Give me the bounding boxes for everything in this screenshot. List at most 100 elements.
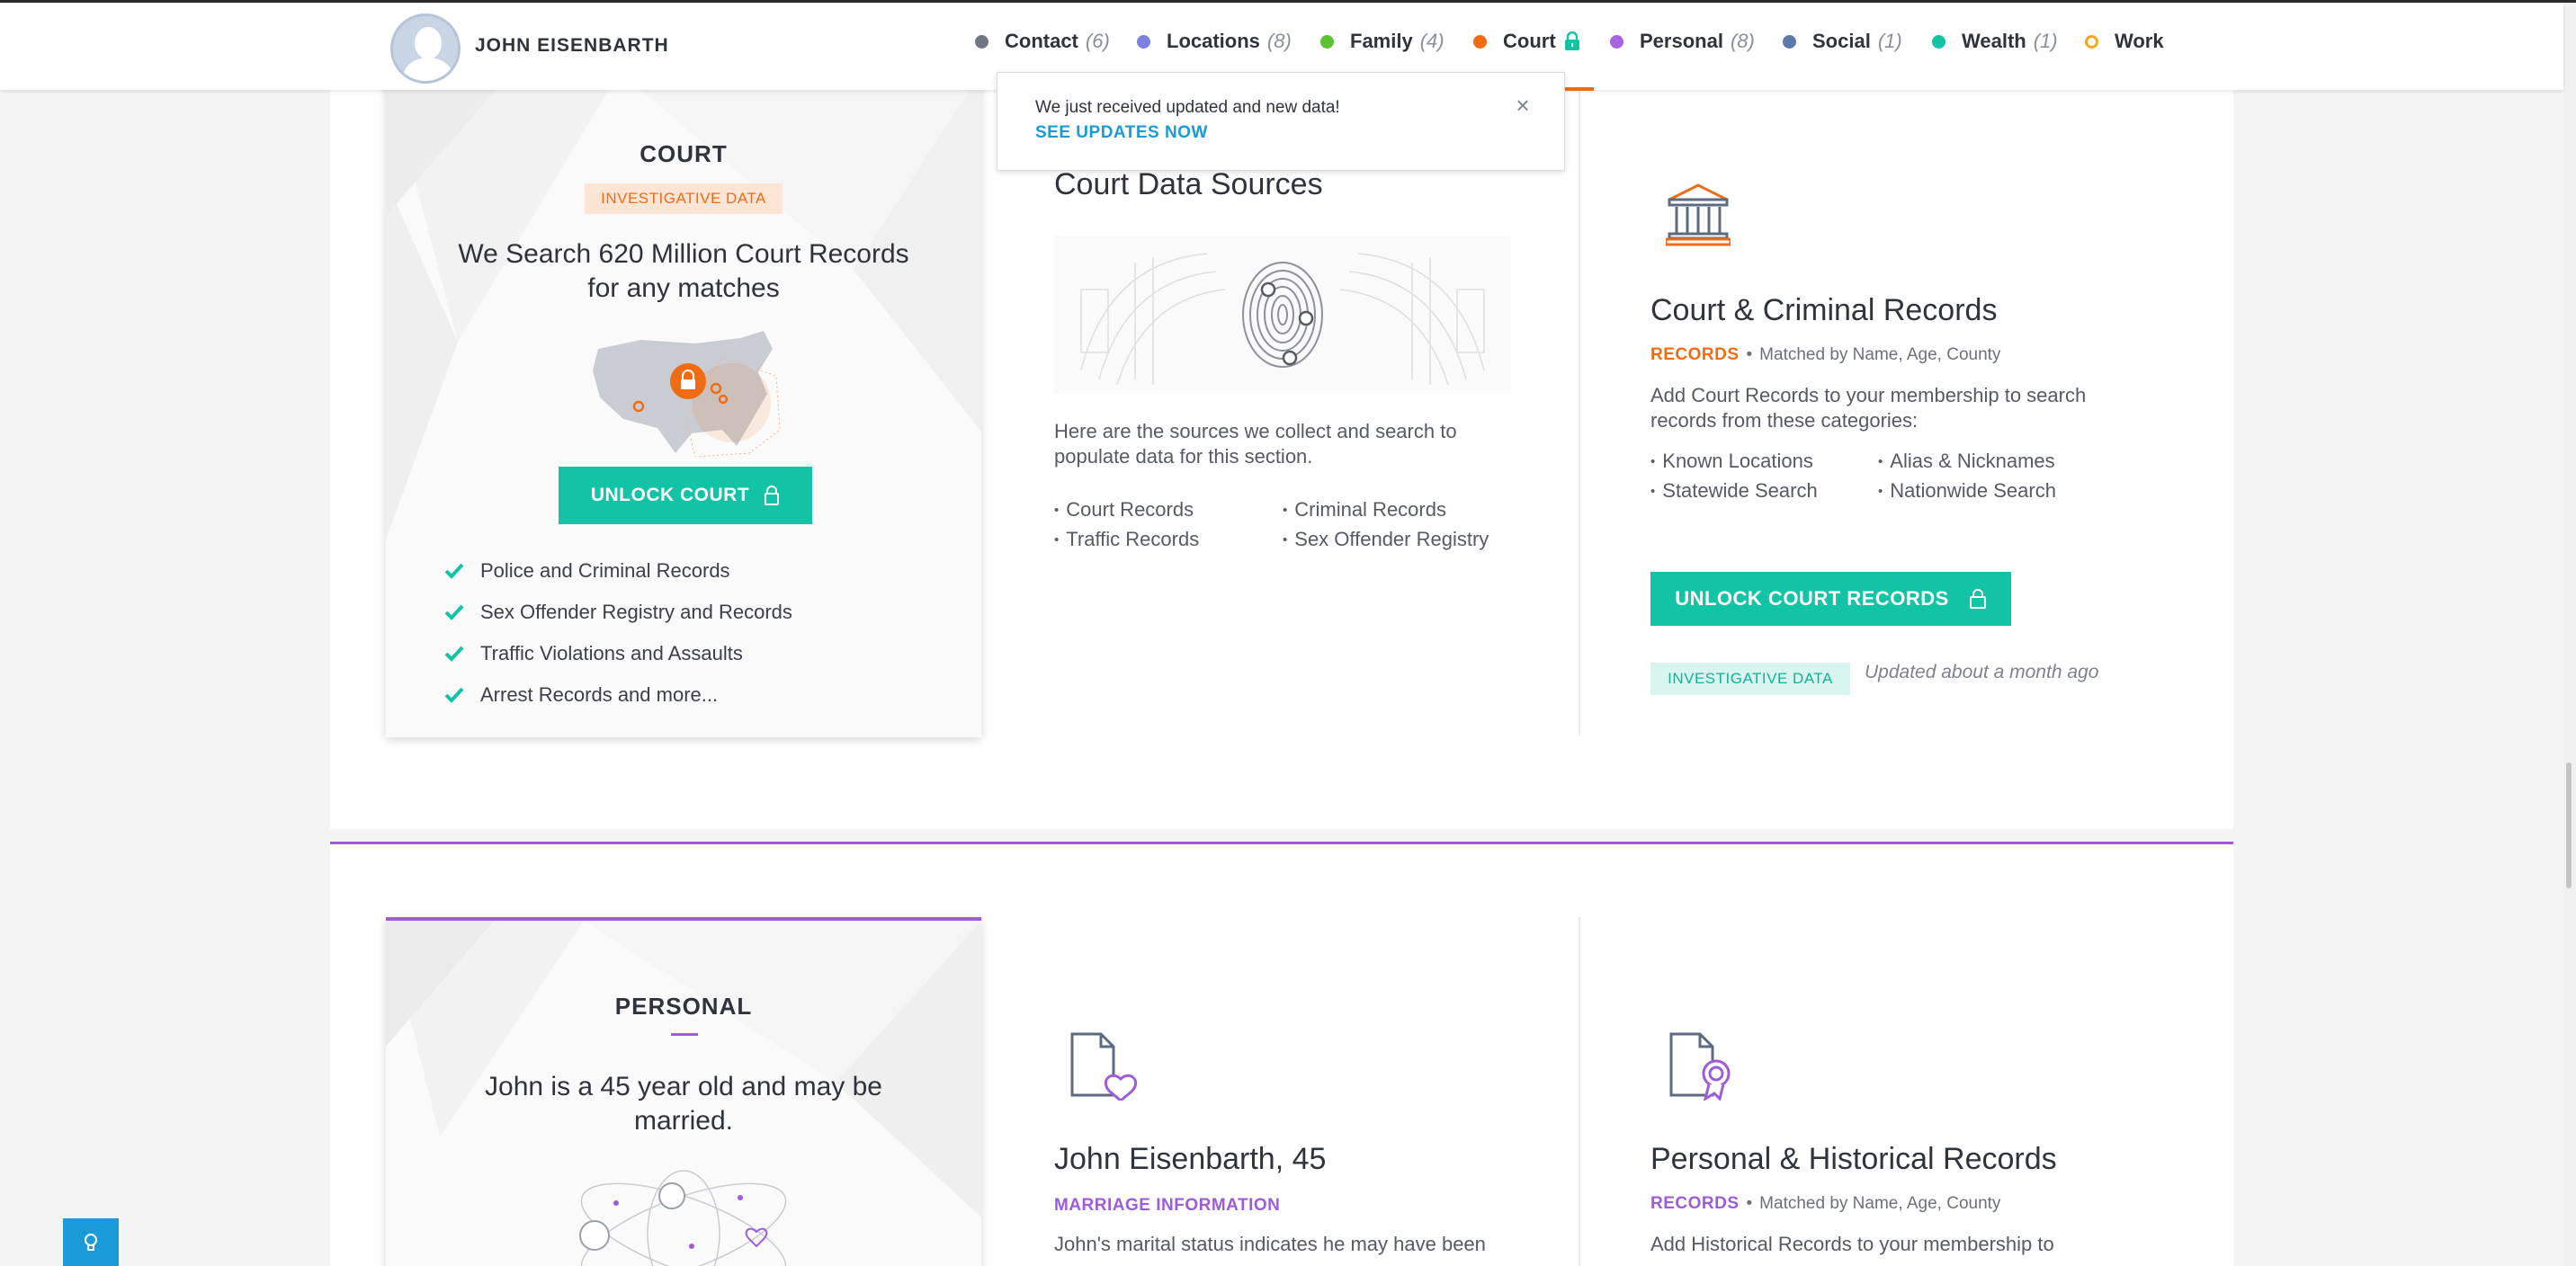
scrollbar-thumb[interactable] [2566,762,2572,888]
nav-item-family[interactable]: Family (4) [1320,30,1445,53]
nav-item-wealth[interactable]: Wealth (1) [1932,30,2058,53]
headline-line-2: married. [633,1106,734,1136]
close-icon[interactable]: × [1510,93,1535,118]
sources-description: Here are the sources we collect and sear… [1054,420,1457,468]
records-list-left: Known Locations Statewide Search [1650,448,1818,507]
column-divider [1579,917,1580,1266]
list-item: Nationwide Search [1878,477,2056,507]
card-headline: John is a 45 year old and may be married… [440,1070,927,1138]
records-tag: RECORDS [1650,1194,1740,1213]
list-item: Police and Criminal Records [444,550,792,592]
nav-label: Social [1812,30,1871,52]
usa-map-icon [593,331,781,457]
nav-label: Locations [1167,30,1260,52]
checkmark-icon [444,563,464,579]
feature-label: Arrest Records and more... [480,683,719,706]
unlock-court-button[interactable]: UNLOCK COURT [559,467,812,524]
column-divider [1579,90,1580,736]
list-item: Criminal Records [1283,496,1489,526]
profile-name: JOHN EISENBARTH [475,35,669,56]
family-dot-icon [1320,34,1334,49]
nav-label: Court [1503,30,1556,52]
tips-button[interactable] [63,1218,119,1266]
avatar-head-shape [415,27,442,59]
court-feature-list: Police and Criminal Records Sex Offender… [444,550,792,716]
nav-item-personal[interactable]: Personal (8) [1610,30,1755,53]
court-data-sources-title: Court Data Sources [1054,167,1323,201]
court-dot-icon [1473,34,1487,49]
contact-dot-icon [975,34,988,49]
vertical-scrollbar[interactable] [2563,0,2576,1266]
lightbulb-icon [85,1233,97,1251]
marriage-document-icon [1070,1032,1138,1101]
records-description: Add Court Records to your membership to … [1650,384,2087,432]
list-item: Known Locations [1650,448,1818,477]
nav-label: Family [1350,30,1413,52]
matched-by-text: Matched by Name, Age, County [1759,345,2001,364]
records-tag: RECORDS [1650,345,1740,364]
personal-dot-icon [1610,34,1623,49]
headline-line-1: John is a 45 year old and may be [485,1072,882,1101]
checkmark-icon [444,646,464,662]
feature-label: Sex Offender Registry and Records [480,601,792,623]
marriage-description: John's marital status indicates he may h… [1054,1233,1486,1255]
meta-separator: • [1746,345,1753,364]
button-label: UNLOCK COURT RECORDS [1675,587,1949,610]
historical-document-icon [1669,1032,1731,1101]
locations-dot-icon [1137,34,1150,49]
headline-line-1: We Search 620 Million Court Records [458,239,909,269]
investigative-data-badge: INVESTIGATIVE DATA [585,183,783,214]
update-notification: We just received updated and new data! S… [997,72,1565,171]
nav-label: Personal [1640,30,1723,52]
list-item: Arrest Records and more... [444,674,792,716]
list-item: Traffic Records [1054,526,1199,556]
lock-icon [765,486,780,505]
list-item: Sex Offender Registry [1283,526,1489,556]
marriage-information-tag: MARRIAGE INFORMATION [1054,1196,1281,1215]
title-underline [671,1033,698,1036]
nav-label: Work [2115,30,2164,52]
see-updates-link[interactable]: SEE UPDATES NOW [1035,123,1208,143]
sources-list-right: Criminal Records Sex Offender Registry [1283,496,1489,556]
nav-item-locations[interactable]: Locations (8) [1137,30,1292,53]
list-item: Traffic Violations and Assaults [444,633,792,674]
profile-avatar[interactable] [390,13,461,84]
historical-records-title: Personal & Historical Records [1650,1142,2057,1176]
nav-item-contact[interactable]: Contact (6) [975,30,1110,53]
personal-relations-illustration [579,1170,787,1266]
nav-item-social[interactable]: Social (1) [1783,30,1902,53]
card-title: PERSONAL [614,993,753,1020]
nav-item-work[interactable]: Work [2085,30,2164,53]
historical-description: Add Historical Records to your membershi… [1650,1233,2054,1255]
card-headline: We Search 620 Million Court Records for … [440,237,927,306]
feature-label: Police and Criminal Records [480,559,730,582]
lock-icon [1969,589,1986,609]
courthouse-icon [1666,183,1731,246]
nav-item-court[interactable]: Court [1473,30,1581,53]
list-item: Alias & Nicknames [1878,448,2056,477]
updated-timestamp: Updated about a month ago [1865,662,2099,682]
marriage-title: John Eisenbarth, 45 [1054,1142,1327,1176]
nav-count: (8) [1730,30,1755,52]
investigative-data-badge: INVESTIGATIVE DATA [1650,663,1850,695]
list-item: Court Records [1054,496,1199,526]
records-meta: RECORDS • Matched by Name, Age, County [1650,1194,2000,1214]
checkmark-icon [444,604,464,620]
records-meta: RECORDS • Matched by Name, Age, County [1650,345,2000,365]
sources-list-left: Court Records Traffic Records [1054,496,1199,556]
wealth-dot-icon [1932,34,1945,49]
nav-label: Contact [1005,30,1078,52]
feature-label: Traffic Violations and Assaults [480,642,743,664]
headline-line-2: for any matches [587,273,780,303]
meta-separator: • [1746,1194,1753,1213]
social-dot-icon [1783,34,1796,49]
list-item: Sex Offender Registry and Records [444,592,792,633]
nav-label: Wealth [1962,30,2026,52]
checkmark-icon [444,687,464,703]
records-list-right: Alias & Nicknames Nationwide Search [1878,448,2056,507]
lock-icon [1563,31,1581,51]
matched-by-text: Matched by Name, Age, County [1759,1194,2001,1213]
unlock-court-records-button[interactable]: UNLOCK COURT RECORDS [1650,572,2011,626]
nav-count: (1) [1877,30,1902,52]
notification-message: We just received updated and new data! [1035,98,1340,117]
